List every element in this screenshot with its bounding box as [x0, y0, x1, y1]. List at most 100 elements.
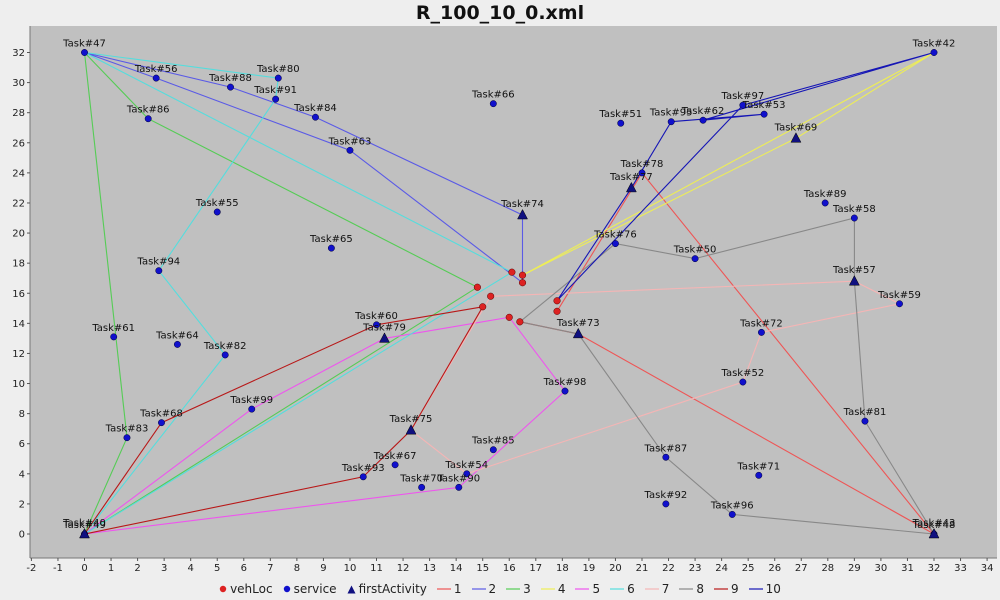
- x-tick-label: 30: [875, 563, 888, 574]
- task-label: Task#61: [91, 323, 135, 334]
- service-point: [561, 387, 569, 395]
- vehloc-marker-icon: [219, 585, 227, 593]
- x-tick-label: -2: [26, 563, 36, 574]
- route-5-swatch-icon: [575, 588, 590, 590]
- y-tick-label: 14: [12, 319, 25, 330]
- legend-label-vehloc: vehLoc: [230, 582, 273, 596]
- route-2-swatch-icon: [471, 588, 486, 590]
- task-label: Task#59: [877, 290, 921, 301]
- x-tick-label: 23: [689, 563, 702, 574]
- x-tick-label: 21: [636, 563, 649, 574]
- task-label: Task#88: [208, 73, 252, 84]
- legend-label-route-3: 3: [523, 582, 531, 596]
- service-point: [861, 417, 869, 425]
- service-point: [110, 333, 118, 341]
- service-point: [173, 340, 181, 348]
- task-label: Task#47: [62, 39, 106, 50]
- legend-item-route-9: 9: [714, 582, 739, 596]
- y-tick-label: 6: [19, 439, 25, 450]
- task-label: Task#83: [105, 424, 149, 435]
- service-point: [930, 49, 938, 56]
- route-9-swatch-icon: [714, 588, 729, 590]
- task-label: Task#43: [912, 518, 956, 529]
- service-point: [896, 300, 903, 308]
- x-tick-label: 3: [161, 563, 167, 574]
- x-tick-label: 28: [821, 563, 834, 574]
- task-label: Task#66: [471, 90, 515, 101]
- service-point: [227, 83, 234, 91]
- x-tick-label: 32: [928, 563, 941, 574]
- legend-label-route-10: 10: [765, 582, 781, 596]
- x-tick-label: 26: [768, 563, 781, 574]
- x-tick-label: 25: [742, 563, 755, 574]
- task-label: Task#58: [832, 204, 876, 215]
- service-point: [144, 115, 152, 123]
- vehicle-location-point: [508, 268, 516, 276]
- service-point: [221, 351, 229, 359]
- task-label: Task#62: [681, 106, 725, 117]
- task-label: Task#50: [673, 245, 717, 256]
- service-point: [850, 214, 858, 222]
- y-tick-label: 8: [19, 409, 25, 420]
- x-tick-label: 12: [397, 563, 410, 574]
- x-tick-label: 31: [901, 563, 914, 574]
- service-point: [274, 74, 282, 82]
- task-label: Task#63: [328, 136, 372, 147]
- task-label: Task#40: [62, 518, 106, 529]
- task-label: Task#72: [739, 318, 783, 329]
- service-point: [821, 199, 829, 207]
- service-point: [81, 49, 88, 56]
- vehicle-location-point: [473, 283, 481, 291]
- service-point: [662, 500, 670, 508]
- route-1-swatch-icon: [436, 588, 451, 590]
- x-tick-label: -1: [53, 563, 63, 574]
- x-tick-label: 0: [81, 563, 87, 574]
- task-label: Task#93: [341, 463, 385, 474]
- legend-label-route-8: 8: [696, 582, 705, 596]
- service-point: [757, 328, 765, 336]
- y-tick-label: 12: [12, 349, 25, 360]
- legend-item-route-10: 10: [748, 582, 781, 596]
- service-point: [489, 446, 497, 454]
- task-label: Task#75: [389, 414, 433, 425]
- service-point: [755, 471, 763, 479]
- task-label: Task#85: [471, 436, 515, 447]
- service-point: [272, 95, 280, 103]
- legend-item-vehloc: vehLoc: [219, 582, 273, 596]
- x-tick-label: 11: [370, 563, 383, 574]
- service-point: [662, 453, 670, 461]
- service-point: [699, 116, 707, 124]
- task-label: Task#82: [203, 341, 247, 352]
- y-tick-label: 18: [12, 259, 25, 270]
- service-point: [359, 473, 367, 481]
- vehicle-location-point: [479, 303, 487, 311]
- task-label: Task#76: [593, 230, 637, 241]
- y-tick-label: 16: [12, 289, 25, 300]
- legend-item-route-7: 7: [644, 582, 669, 596]
- vehicle-location-point: [505, 313, 513, 321]
- task-label: Task#51: [598, 109, 642, 120]
- x-tick-label: 34: [981, 563, 994, 574]
- x-tick-label: 24: [715, 563, 728, 574]
- x-tick-label: 29: [848, 563, 861, 574]
- legend-label-route-6: 6: [627, 582, 635, 596]
- task-label: Task#70: [399, 473, 443, 484]
- task-label: Task#56: [134, 64, 178, 75]
- x-axis: -2 -1 0 1 2 3 4 5 6 7 8 9 10 11 12 13 14 15 16 17 18 19 20 21 22…: [26, 557, 997, 574]
- service-point: [312, 113, 319, 121]
- task-label: Task#96: [710, 500, 754, 511]
- service-point: [489, 100, 497, 108]
- service-point: [155, 267, 163, 275]
- legend-item-route-1: 1: [436, 582, 462, 596]
- task-label: Task#55: [195, 198, 239, 209]
- task-label: Task#64: [155, 330, 199, 341]
- legend-label-route-2: 2: [488, 582, 497, 596]
- vehicle-location-point: [553, 297, 561, 305]
- route-7-swatch-icon: [644, 588, 659, 590]
- service-point: [418, 483, 426, 491]
- x-tick-label: 17: [529, 563, 542, 574]
- x-tick-label: 10: [344, 563, 357, 574]
- legend-label-route-5: 5: [592, 582, 601, 596]
- legend-item-route-5: 5: [575, 582, 600, 596]
- service-point: [667, 118, 675, 126]
